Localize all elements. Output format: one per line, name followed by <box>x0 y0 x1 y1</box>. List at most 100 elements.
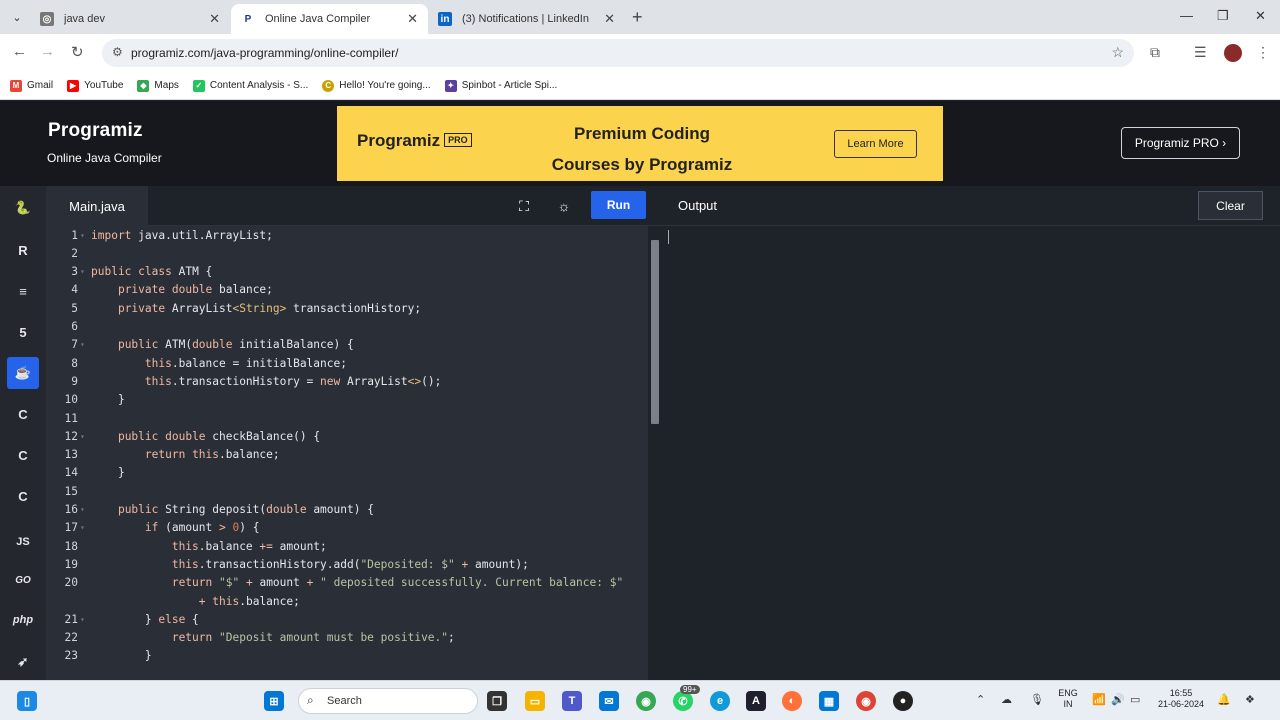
new-tab-button[interactable]: + <box>632 7 643 28</box>
code-line[interactable]: 22 return "Deposit amount must be positi… <box>46 629 648 647</box>
chrome-active-icon[interactable]: ◉ <box>856 691 876 711</box>
fold-arrow-icon[interactable]: ▾ <box>80 428 85 446</box>
programiz-pro-button[interactable]: Programiz PRO › <box>1121 127 1240 159</box>
copilot-icon[interactable]: ❖ <box>1245 693 1255 706</box>
restore-icon[interactable]: ❐ <box>1217 8 1229 24</box>
r-icon[interactable]: R <box>7 234 39 266</box>
programiz-logo[interactable]: Programiz <box>48 120 143 142</box>
bookmark-gmail[interactable]: M Gmail <box>10 79 53 92</box>
code-line[interactable]: 11 <box>46 410 648 428</box>
bookmark-hello[interactable]: C Hello! You're going... <box>322 79 431 92</box>
go-icon[interactable]: GO <box>7 564 39 596</box>
fold-arrow-icon[interactable]: ▾ <box>80 519 85 537</box>
c-icon[interactable]: C <box>7 398 39 430</box>
taskbar-search[interactable]: ⌕ Search <box>298 688 478 714</box>
reload-icon[interactable]: ↻ <box>71 43 84 61</box>
browser-tab-java-dev[interactable]: ◎ java dev ✕ <box>30 4 230 34</box>
code-line[interactable]: 8 this.balance = initialBalance; <box>46 355 648 373</box>
java-icon[interactable]: ☕ <box>7 357 39 389</box>
fullscreen-icon[interactable]: ⛶ <box>513 195 535 217</box>
file-explorer-icon[interactable]: ▭ <box>525 691 545 711</box>
close-icon[interactable]: ✕ <box>407 11 418 27</box>
chrome-icon[interactable]: ◉ <box>636 691 656 711</box>
window-close-icon[interactable]: ✕ <box>1255 8 1266 24</box>
microphone-icon[interactable]: 🎙 <box>1030 693 1044 706</box>
widgets-icon[interactable]: ▯ <box>17 691 37 711</box>
reading-list-icon[interactable]: ☰ <box>1194 44 1207 61</box>
fold-arrow-icon[interactable]: ▾ <box>80 336 85 354</box>
code-line[interactable]: 7 ▾ public ATM(double initialBalance) { <box>46 336 648 354</box>
obs-icon[interactable]: ● <box>893 691 913 711</box>
bookmark-star-icon[interactable]: ☆ <box>1111 44 1124 61</box>
edge-icon[interactable]: e <box>710 691 730 711</box>
run-button[interactable]: Run <box>591 191 646 219</box>
code-line[interactable]: + this.balance; <box>46 593 648 611</box>
code-line[interactable]: 3 ▾ public class ATM { <box>46 263 648 281</box>
battery-icon[interactable]: ▭ <box>1130 693 1140 706</box>
code-line[interactable]: 10 } <box>46 391 648 409</box>
html-icon[interactable]: 5 <box>7 316 39 348</box>
python-icon[interactable]: 🐍 <box>7 192 39 224</box>
start-icon[interactable]: ⊞ <box>264 691 284 711</box>
tab-search-icon[interactable]: ⌄ <box>6 6 28 28</box>
fold-arrow-icon[interactable]: ▾ <box>80 611 85 629</box>
fold-arrow-icon[interactable]: ▾ <box>80 501 85 519</box>
code-line[interactable]: 6 <box>46 318 648 336</box>
code-line[interactable]: 12 ▾ public double checkBalance() { <box>46 428 648 446</box>
swift-icon[interactable]: ➶ <box>7 646 39 678</box>
language-indicator[interactable]: ENG IN <box>1056 688 1080 710</box>
forward-icon[interactable]: → <box>40 43 55 60</box>
extensions-icon[interactable]: ⧉ <box>1150 44 1160 61</box>
code-line[interactable]: 19 this.transactionHistory.add("Deposite… <box>46 556 648 574</box>
clear-button[interactable]: Clear <box>1198 191 1263 220</box>
code-line[interactable]: 23 } <box>46 647 648 665</box>
file-tab-main-java[interactable]: Main.java <box>46 186 148 226</box>
code-line[interactable]: 16 ▾ public String deposit(double amount)… <box>46 501 648 519</box>
code-line[interactable]: 15 <box>46 483 648 501</box>
bookmark-youtube[interactable]: ▶ YouTube <box>67 79 123 92</box>
output-pane[interactable] <box>662 226 1280 680</box>
bookmark-maps[interactable]: ◆ Maps <box>137 79 179 92</box>
notifications-bell-icon[interactable]: 🔔 <box>1217 693 1231 706</box>
learn-more-button[interactable]: Learn More <box>834 130 917 158</box>
tray-expand-icon[interactable]: ⌃ <box>976 693 985 706</box>
js-icon[interactable]: JS <box>7 526 39 558</box>
wifi-icon[interactable]: 📶 <box>1092 693 1106 706</box>
whatsapp-icon[interactable]: ✆ <box>673 691 693 711</box>
theme-toggle-icon[interactable]: ☼ <box>553 195 575 217</box>
php-icon[interactable]: php <box>7 604 39 636</box>
clock[interactable]: 16:55 21-06-2024 <box>1150 688 1212 710</box>
task-view-icon[interactable]: ❐ <box>487 691 507 711</box>
cloud-icon[interactable]: ☁ <box>1001 693 1012 706</box>
code-line[interactable]: 5 private ArrayList<String> transactionH… <box>46 300 648 318</box>
close-icon[interactable]: ✕ <box>604 11 615 27</box>
code-editor[interactable]: 1 ▾ import java.util.ArrayList; 2 3 ▾ public c… <box>46 226 648 680</box>
fold-arrow-icon[interactable]: ▾ <box>80 263 85 281</box>
editor-scrollbar-thumb[interactable] <box>651 240 659 424</box>
site-info-icon[interactable]: ⚙ <box>112 45 123 59</box>
teams-icon[interactable]: T <box>562 691 582 711</box>
minimize-icon[interactable]: — <box>1180 8 1193 23</box>
close-icon[interactable]: ✕ <box>209 11 220 27</box>
volume-icon[interactable]: 🔊 <box>1111 693 1125 706</box>
bookmark-content-analysis[interactable]: ✓ Content Analysis - S... <box>192 79 308 92</box>
code-line[interactable]: 17 ▾ if (amount > 0) { <box>46 519 648 537</box>
fold-arrow-icon[interactable]: ▾ <box>80 227 85 245</box>
code-line[interactable]: 18 this.balance += amount; <box>46 538 648 556</box>
code-line[interactable]: 2 <box>46 245 648 263</box>
code-line[interactable]: 4 private double balance; <box>46 281 648 299</box>
promo-banner[interactable]: Programiz PRO Premium Coding Courses by P… <box>337 106 943 181</box>
firefox-icon[interactable]: ◐ <box>782 691 802 711</box>
browser-tab-linkedin[interactable]: in (3) Notifications | LinkedIn ✕ <box>428 4 625 34</box>
profile-avatar[interactable] <box>1224 44 1242 62</box>
adobe-icon[interactable]: A <box>746 691 766 711</box>
store-icon[interactable]: ▦ <box>819 691 839 711</box>
code-line[interactable]: 9 this.transactionHistory = new ArrayLis… <box>46 373 648 391</box>
address-bar[interactable]: ⚙ programiz.com/java-programming/online-… <box>102 39 1134 67</box>
menu-icon[interactable]: ⋮ <box>1256 44 1270 61</box>
code-line[interactable]: 21 ▾ } else { <box>46 611 648 629</box>
code-line[interactable]: 13 return this.balance; <box>46 446 648 464</box>
cpp-icon[interactable]: C <box>7 439 39 471</box>
mail-icon[interactable]: ✉ <box>599 691 619 711</box>
code-line[interactable]: 1 ▾ import java.util.ArrayList; <box>46 227 648 245</box>
